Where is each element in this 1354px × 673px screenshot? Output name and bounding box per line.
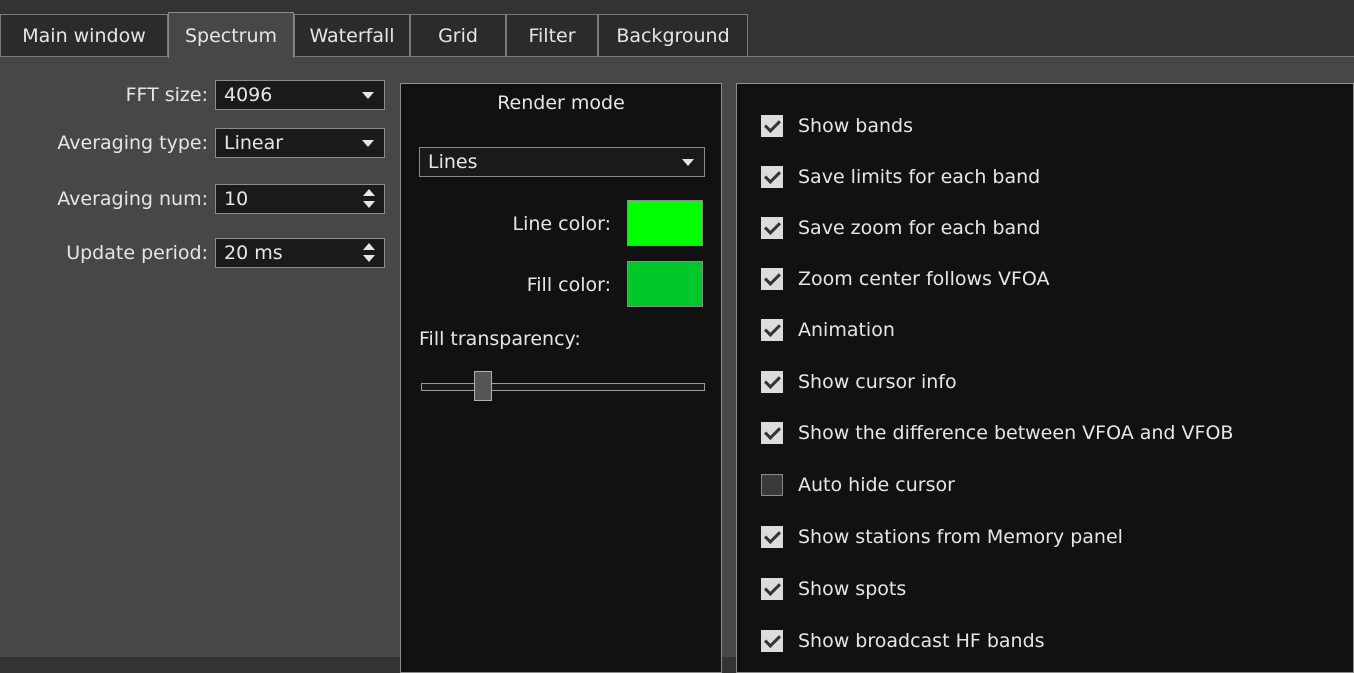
spin-arrows-icon[interactable] <box>362 240 376 266</box>
fill-transparency-slider[interactable] <box>421 383 705 391</box>
option-row[interactable]: Animation <box>761 315 895 345</box>
checkmark-icon[interactable] <box>761 319 783 341</box>
averaging-num-spinbox[interactable]: 10 <box>215 184 385 214</box>
checkmark-icon[interactable] <box>761 115 783 137</box>
tab-filter[interactable]: Filter <box>506 14 598 56</box>
option-label: Auto hide cursor <box>798 474 955 496</box>
checkbox-empty-icon[interactable] <box>761 474 783 496</box>
line-color-swatch[interactable] <box>627 200 703 246</box>
averaging-num-value: 10 <box>224 188 249 210</box>
render-mode-select[interactable]: Lines <box>419 147 705 177</box>
averaging-type-value: Linear <box>224 132 284 154</box>
update-period-spinbox[interactable]: 20 ms <box>215 238 385 268</box>
fft-size-label: FFT size: <box>125 84 208 106</box>
option-row[interactable]: Show broadcast HF bands <box>761 626 1045 656</box>
option-label: Show stations from Memory panel <box>798 526 1123 548</box>
option-row[interactable]: Show the difference between VFOA and VFO… <box>761 418 1233 448</box>
checkmark-icon[interactable] <box>761 217 783 239</box>
update-period-value: 20 ms <box>224 242 283 264</box>
checkmark-icon[interactable] <box>761 371 783 393</box>
option-label: Show broadcast HF bands <box>798 630 1045 652</box>
option-label: Show spots <box>798 578 907 600</box>
line-color-label: Line color: <box>512 213 612 235</box>
option-row[interactable]: Show stations from Memory panel <box>761 522 1123 552</box>
option-label: Show the difference between VFOA and VFO… <box>798 422 1234 444</box>
checkmark-icon[interactable] <box>761 268 783 290</box>
chevron-down-icon <box>362 139 374 147</box>
fill-color-label: Fill color: <box>526 274 611 296</box>
option-row[interactable]: Show bands <box>761 111 913 141</box>
display-options-panel: Show bands Save limits for each band Save … <box>736 83 1354 673</box>
option-label: Animation <box>798 319 895 341</box>
render-mode-title: Render mode <box>497 92 625 114</box>
option-label: Save zoom for each band <box>798 217 1041 239</box>
option-row[interactable]: Auto hide cursor <box>761 470 955 500</box>
spin-arrows-icon[interactable] <box>362 186 376 212</box>
checkmark-icon[interactable] <box>761 422 783 444</box>
chevron-down-icon <box>682 158 694 166</box>
tab-main-window[interactable]: Main window <box>0 14 168 56</box>
averaging-type-label: Averaging type: <box>57 132 208 154</box>
option-row[interactable]: Save limits for each band <box>761 162 1040 192</box>
option-row[interactable]: Show spots <box>761 574 906 604</box>
update-period-label: Update period: <box>66 242 208 264</box>
checkmark-icon[interactable] <box>761 166 783 188</box>
fft-size-value: 4096 <box>224 84 273 106</box>
averaging-type-select[interactable]: Linear <box>215 128 385 158</box>
tab-bar: Main window Spectrum Waterfall Grid Filt… <box>0 0 1354 58</box>
tab-spectrum[interactable]: Spectrum <box>168 12 294 58</box>
fft-size-select[interactable]: 4096 <box>215 80 385 110</box>
option-label: Show cursor info <box>798 371 957 393</box>
render-mode-value: Lines <box>428 151 478 173</box>
option-label: Zoom center follows VFOA <box>798 268 1050 290</box>
spectrum-settings-page: FFT size: 4096 Averaging type: Linear Av… <box>0 57 1354 673</box>
option-row[interactable]: Zoom center follows VFOA <box>761 264 1050 294</box>
tab-background[interactable]: Background <box>598 14 748 56</box>
checkmark-icon[interactable] <box>761 630 783 652</box>
tab-grid[interactable]: Grid <box>410 14 506 56</box>
option-label: Save limits for each band <box>798 166 1041 188</box>
averaging-num-label: Averaging num: <box>57 188 208 210</box>
checkmark-icon[interactable] <box>761 526 783 548</box>
chevron-down-icon <box>362 91 374 99</box>
option-label: Show bands <box>798 115 914 137</box>
fill-transparency-slider-handle[interactable] <box>474 371 492 401</box>
option-row[interactable]: Show cursor info <box>761 367 957 397</box>
checkmark-icon[interactable] <box>761 578 783 600</box>
fill-color-swatch[interactable] <box>627 261 703 307</box>
render-mode-panel: Render mode Lines Line color: Fill color… <box>400 83 722 673</box>
fill-transparency-label: Fill transparency: <box>419 328 581 350</box>
tab-waterfall[interactable]: Waterfall <box>294 14 410 56</box>
option-row[interactable]: Save zoom for each band <box>761 213 1040 243</box>
